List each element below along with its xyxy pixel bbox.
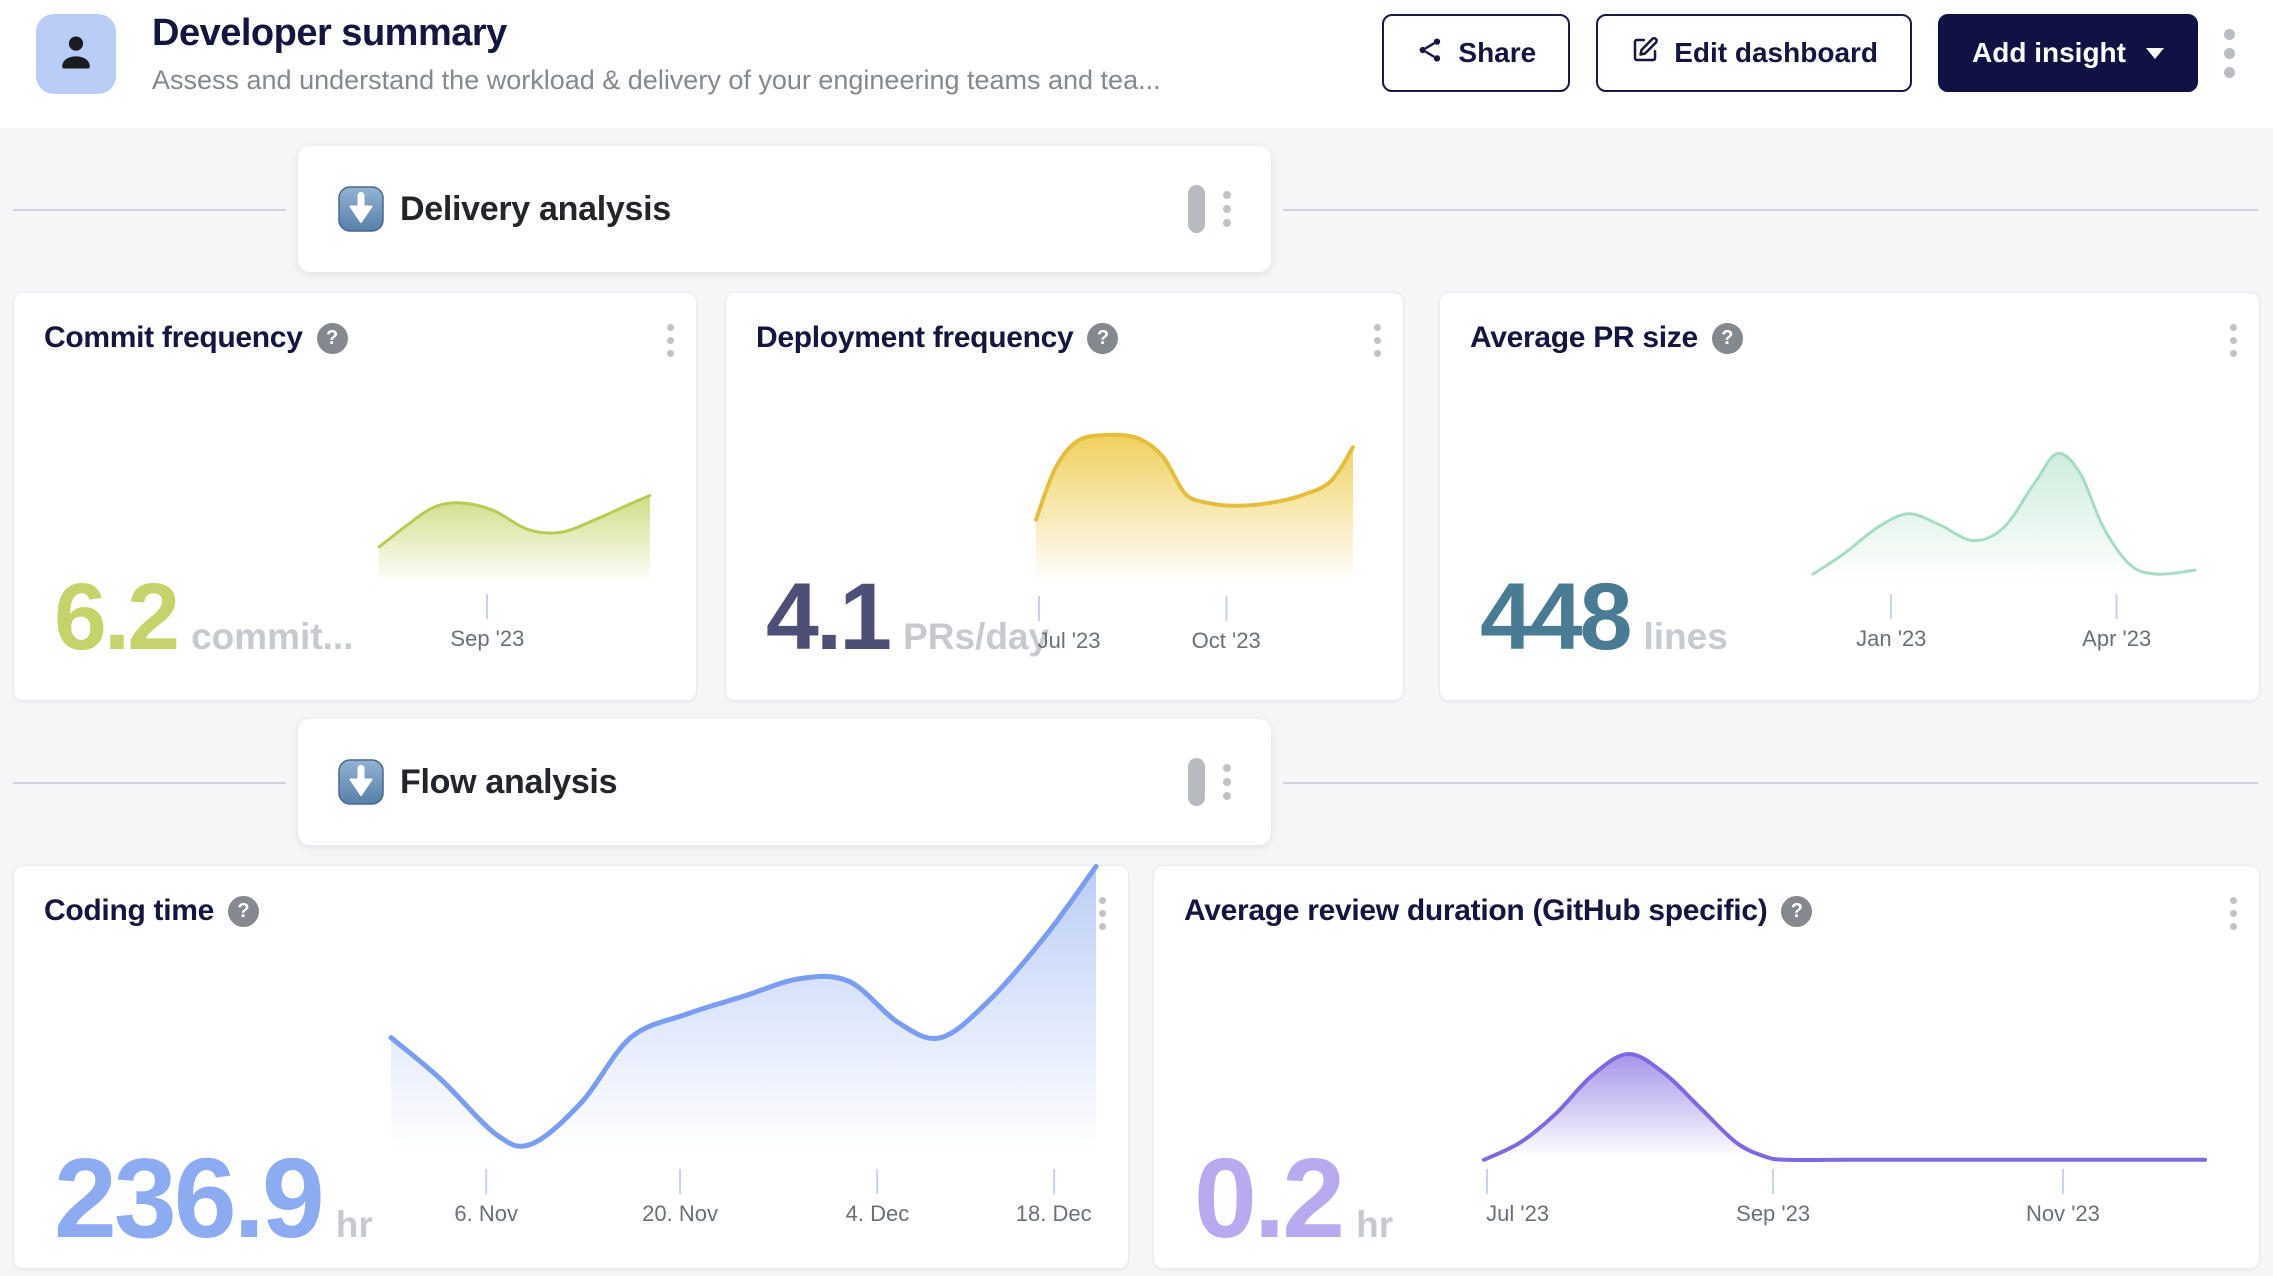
section-menu-icon[interactable] (1223, 188, 1231, 230)
axis-tick: Nov '23 (2026, 1169, 2100, 1227)
page-header: Developer summary Assess and understand … (0, 0, 2273, 128)
help-icon[interactable]: ? (1781, 896, 1812, 927)
help-icon[interactable]: ? (317, 323, 348, 354)
axis-tick: Jan '23 (1856, 594, 1926, 652)
metric-value: 4.1 (766, 581, 889, 653)
average-pr-size-chart[interactable]: Jan '23Apr '23 (1813, 452, 2195, 589)
card-title: Average PR size (1470, 321, 1698, 355)
axis-tick: Jul '23 (1486, 1169, 1549, 1227)
axis-tick: 6. Nov (454, 1169, 518, 1227)
metric-unit: lines (1644, 616, 1728, 658)
card-title: Average review duration (GitHub specific… (1184, 894, 1767, 928)
card-menu-icon[interactable] (2230, 321, 2237, 360)
area-chart-svg (391, 864, 1096, 1164)
average-review-duration-chart[interactable]: Jul '23Sep '23Nov '23 (1484, 1052, 2205, 1164)
metric-unit: hr (1356, 1204, 1393, 1246)
deployment-frequency-chart[interactable]: Jul '23Oct '23 (1036, 433, 1353, 591)
chevron-down-icon (2146, 48, 2164, 59)
area-chart-svg (1036, 433, 1353, 591)
drag-handle[interactable] (1188, 758, 1205, 806)
metric-unit: commit... (191, 616, 353, 658)
metric-value: 0.2 (1194, 1156, 1342, 1242)
metric-unit: PRs/day (903, 616, 1049, 658)
axis-tick: Apr '23 (2082, 594, 2151, 652)
section-header-delivery-analysis: Delivery analysis (298, 146, 1271, 272)
page-title: Developer summary (152, 12, 1161, 55)
card-menu-icon[interactable] (1374, 321, 1381, 360)
commit-frequency-chart[interactable]: Sep '23 (379, 494, 650, 589)
card-menu-icon[interactable] (2230, 894, 2237, 933)
card-average-pr-size: Average PR size ? 448 lines Jan '23Apr '… (1439, 292, 2260, 701)
header-actions: Share Edit dashboard Add insight (1382, 14, 2235, 92)
down-arrow-emoji-icon (338, 759, 384, 805)
card-coding-time: Coding time ? 236.9 hr 6. Nov20. Nov4. D… (13, 865, 1129, 1269)
area-chart-svg (1484, 1052, 2205, 1164)
card-deployment-frequency: Deployment frequency ? 4.1 PRs/day Jul '… (725, 292, 1404, 701)
metric-unit: hr (336, 1204, 373, 1246)
card-title: Deployment frequency (756, 321, 1073, 355)
down-arrow-emoji-icon (338, 186, 384, 232)
axis-tick: 18. Dec (1016, 1169, 1092, 1227)
card-average-review-duration: Average review duration (GitHub specific… (1153, 865, 2260, 1269)
axis-tick: 4. Dec (846, 1169, 910, 1227)
area-chart-svg (1813, 452, 2195, 589)
section-header-flow-analysis: Flow analysis (298, 719, 1271, 845)
edit-icon (1630, 35, 1660, 72)
card-commit-frequency: Commit frequency ? 6.2 commit... Sep '23 (13, 292, 697, 701)
share-button[interactable]: Share (1382, 14, 1570, 92)
axis-tick: 20. Nov (642, 1169, 718, 1227)
person-icon (53, 29, 99, 80)
section-title: Flow analysis (400, 763, 617, 802)
help-icon[interactable]: ? (228, 896, 259, 927)
card-title: Commit frequency (44, 321, 303, 355)
section-divider (13, 782, 286, 784)
metric-value: 6.2 (54, 581, 177, 653)
card-menu-icon[interactable] (667, 321, 674, 360)
coding-time-chart[interactable]: 6. Nov20. Nov4. Dec18. Dec (391, 864, 1096, 1164)
axis-tick: Sep '23 (450, 594, 524, 652)
axis-tick: Jul '23 (1038, 596, 1101, 654)
add-insight-button[interactable]: Add insight (1938, 14, 2198, 92)
section-menu-icon[interactable] (1223, 761, 1231, 803)
help-icon[interactable]: ? (1087, 323, 1118, 354)
share-icon (1416, 36, 1444, 71)
section-divider (13, 209, 286, 211)
metric-value: 448 (1480, 581, 1630, 653)
section-divider (1283, 782, 2258, 784)
share-button-label: Share (1458, 37, 1536, 69)
edit-dashboard-button-label: Edit dashboard (1674, 37, 1878, 69)
drag-handle[interactable] (1188, 185, 1205, 233)
help-icon[interactable]: ? (1712, 323, 1743, 354)
page-subtitle: Assess and understand the workload & del… (152, 65, 1161, 96)
metric-value: 236.9 (54, 1156, 322, 1242)
axis-tick: Oct '23 (1192, 596, 1261, 654)
edit-dashboard-button[interactable]: Edit dashboard (1596, 14, 1912, 92)
dashboard-page: Developer summary Assess and understand … (0, 0, 2273, 1276)
card-title: Coding time (44, 894, 214, 928)
avatar (36, 14, 116, 94)
section-divider (1283, 209, 2258, 211)
dashboard-menu-icon[interactable] (2224, 25, 2235, 82)
section-title: Delivery analysis (400, 190, 671, 229)
card-menu-icon[interactable] (1099, 894, 1106, 933)
axis-tick: Sep '23 (1736, 1169, 1810, 1227)
add-insight-button-label: Add insight (1972, 37, 2126, 69)
area-chart-svg (379, 494, 650, 589)
